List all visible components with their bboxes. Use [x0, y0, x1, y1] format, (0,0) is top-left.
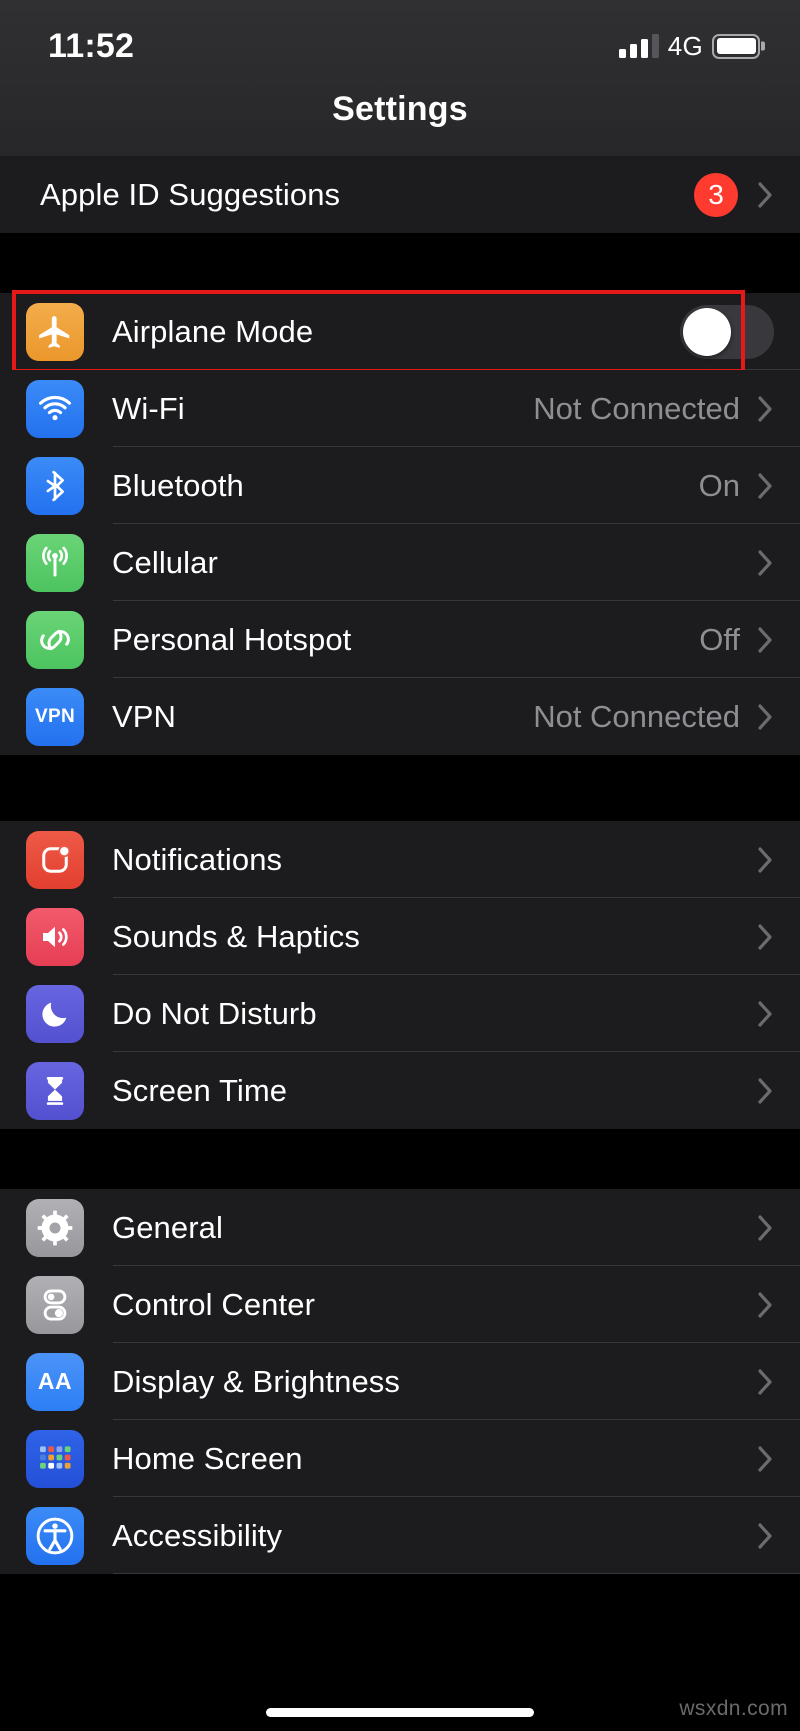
personal-hotspot-value: Off [699, 621, 740, 657]
vpn-icon-text: VPN [35, 705, 75, 727]
sidebar-item-notifications[interactable]: Notifications [0, 821, 800, 898]
section-gap [0, 755, 800, 821]
moon-icon [26, 984, 84, 1043]
vpn-icon: VPN [26, 687, 84, 746]
chevron-right-icon [758, 703, 774, 731]
display-aa-icon: AA [26, 1352, 84, 1411]
chevron-right-icon [758, 1445, 774, 1473]
wifi-label: Wi-Fi [112, 390, 185, 426]
network-type-label: 4G [667, 30, 703, 61]
chevron-right-icon [758, 1077, 774, 1105]
chevron-right-icon [758, 549, 774, 577]
airplane-icon [26, 302, 84, 361]
notifications-bell-icon [26, 830, 84, 889]
notifications-label: Notifications [112, 841, 283, 877]
status-badge: 3 [694, 172, 738, 217]
display-brightness-label: Display & Brightness [112, 1363, 401, 1399]
speaker-icon [26, 907, 84, 966]
cellular-label: Cellular [112, 544, 218, 580]
toggles-icon [26, 1275, 84, 1334]
sidebar-item-wifi[interactable]: Wi-Fi Not Connected [0, 370, 800, 447]
personal-hotspot-label: Personal Hotspot [112, 621, 352, 657]
settings-list: Apple ID Suggestions 3 Airplane Mode Wi-… [0, 156, 800, 1731]
page-title: Settings [332, 90, 468, 128]
display-aa-icon-text: AA [37, 1368, 73, 1394]
sounds-haptics-label: Sounds & Haptics [112, 918, 361, 954]
battery-icon [712, 33, 760, 59]
sidebar-item-general[interactable]: General [0, 1189, 800, 1266]
watermark: wsxdn.com [679, 1697, 788, 1720]
chevron-right-icon [758, 923, 774, 951]
cellular-antenna-icon [26, 533, 84, 592]
accessibility-label: Accessibility [112, 1517, 283, 1553]
sidebar-item-airplane-mode[interactable]: Airplane Mode [0, 290, 800, 373]
sidebar-item-sounds-haptics[interactable]: Sounds & Haptics [0, 898, 800, 975]
vpn-value: Not Connected [533, 698, 740, 734]
status-bar-time: 11:52 [48, 26, 135, 65]
apple-id-group: Apple ID Suggestions 3 [0, 156, 800, 233]
cellular-signal-icon [618, 34, 659, 58]
wifi-value: Not Connected [533, 390, 740, 426]
chevron-right-icon [758, 395, 774, 423]
apple-id-suggestions-label: Apple ID Suggestions [40, 176, 341, 212]
bluetooth-label: Bluetooth [112, 467, 244, 503]
airplane-mode-label: Airplane Mode [112, 313, 314, 349]
section-gap [0, 1129, 800, 1189]
accessibility-person-icon [26, 1506, 84, 1565]
connectivity-group: Airplane Mode Wi-Fi Not Connected Blueto… [0, 290, 800, 755]
system-group: General Control Center AA Display & Brig… [0, 1189, 800, 1574]
chevron-right-icon [758, 846, 774, 874]
status-bar-indicators: 4G [618, 30, 760, 62]
sidebar-item-personal-hotspot[interactable]: Personal Hotspot Off [0, 601, 800, 678]
chevron-right-icon [758, 626, 774, 654]
sidebar-item-screen-time[interactable]: Screen Time [0, 1052, 800, 1129]
do-not-disturb-label: Do Not Disturb [112, 995, 317, 1031]
chevron-right-icon [758, 1522, 774, 1550]
app-grid-icon [26, 1429, 84, 1488]
hourglass-icon [26, 1061, 84, 1120]
chevron-right-icon [758, 472, 774, 500]
sidebar-item-home-screen[interactable]: Home Screen [0, 1420, 800, 1497]
sidebar-item-control-center[interactable]: Control Center [0, 1266, 800, 1343]
control-center-label: Control Center [112, 1286, 315, 1322]
sidebar-item-bluetooth[interactable]: Bluetooth On [0, 447, 800, 524]
chevron-right-icon [758, 1368, 774, 1396]
sidebar-item-do-not-disturb[interactable]: Do Not Disturb [0, 975, 800, 1052]
chevron-right-icon [758, 181, 774, 209]
sidebar-item-apple-id-suggestions[interactable]: Apple ID Suggestions 3 [0, 156, 800, 233]
bluetooth-icon [26, 456, 84, 515]
vpn-label: VPN [112, 698, 177, 734]
status-bar: 11:52 4G [0, 0, 800, 92]
chevron-right-icon [758, 1291, 774, 1319]
iphone-settings-screen: 11:52 4G Settings Apple ID Suggestions 3 [0, 0, 800, 1731]
home-indicator[interactable] [266, 1708, 534, 1717]
screen-time-label: Screen Time [112, 1072, 288, 1108]
sidebar-item-vpn[interactable]: VPN VPN Not Connected [0, 678, 800, 755]
airplane-mode-toggle[interactable] [680, 304, 774, 359]
chevron-right-icon [758, 1000, 774, 1028]
gear-icon [26, 1198, 84, 1257]
general-label: General [112, 1209, 223, 1245]
section-gap [0, 233, 800, 293]
navigation-bar: Settings [0, 92, 800, 156]
sidebar-item-display-brightness[interactable]: AA Display & Brightness [0, 1343, 800, 1420]
sidebar-item-cellular[interactable]: Cellular [0, 524, 800, 601]
hotspot-link-icon [26, 610, 84, 669]
sidebar-item-accessibility[interactable]: Accessibility [0, 1497, 800, 1574]
notifications-group: Notifications Sounds & Haptics Do Not Di… [0, 821, 800, 1129]
chevron-right-icon [758, 1214, 774, 1242]
home-screen-label: Home Screen [112, 1440, 303, 1476]
bluetooth-value: On [698, 467, 740, 503]
wifi-icon [26, 379, 84, 438]
